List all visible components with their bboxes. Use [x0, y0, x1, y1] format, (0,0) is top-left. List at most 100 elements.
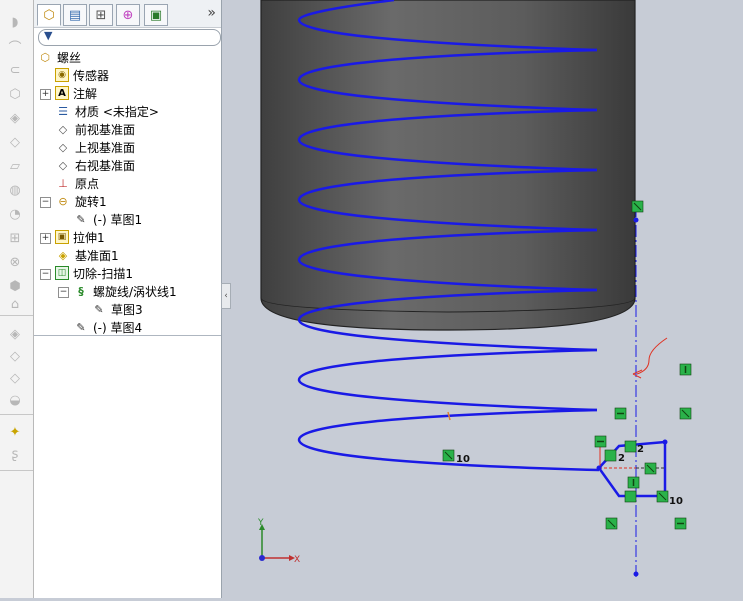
collapse-cut-sweep-toggle[interactable]: − — [40, 269, 51, 280]
feature-manager-tab-icon[interactable]: ⬡ — [37, 4, 61, 26]
fillet-icon[interactable]: ◔ — [4, 206, 26, 222]
tree-item-plane1[interactable]: ◈ 基准面1 — [55, 246, 119, 264]
pattern-icon[interactable]: ⊞ — [4, 230, 26, 246]
expand-annotations-toggle[interactable]: + — [40, 89, 51, 100]
display-manager-tab-icon[interactable]: ▣ — [144, 4, 168, 26]
graphics-area[interactable]: 10 2 2 10 Y X — [229, 0, 743, 598]
tree-item-label: 原点 — [75, 176, 100, 191]
revolve-feature-icon: ⊖ — [58, 194, 68, 208]
cut-sweep-icon[interactable]: ▱ — [4, 158, 26, 174]
tree-item-sketch3[interactable]: ✎ 草图3 — [91, 300, 143, 318]
sketch-point[interactable] — [662, 439, 668, 445]
cut-revolve-icon[interactable]: ◇ — [4, 134, 26, 150]
boundary-icon[interactable]: ⬡ — [4, 86, 26, 102]
tree-item-label: 螺丝 — [57, 50, 82, 65]
extrude-feature-icon: ▣ — [55, 230, 69, 244]
configuration-manager-tab-icon[interactable]: ⊞ — [89, 4, 113, 26]
tree-item-sketch4[interactable]: ✎ (-) 草图4 — [73, 318, 142, 336]
sketch-icon: ✎ — [94, 302, 104, 316]
command-strip: ◗ ⌒ ⊂ ⬡ ◈ ◇ ▱ ◍ ◔ ⊞ ⊗ ⬢ ⌂ ◈ ◇ ◇ ◒ ✦ ʂ — [0, 0, 34, 598]
intersect-icon[interactable]: ◒ — [4, 392, 26, 408]
sketch-point[interactable] — [633, 217, 639, 223]
helix-start-marker — [447, 411, 451, 421]
relation-label: 2 — [637, 444, 644, 455]
tree-item-label: 右视基准面 — [75, 158, 136, 173]
tree-item-top-plane[interactable]: ◇ 上视基准面 — [55, 138, 135, 156]
draft-icon[interactable]: ⬢ — [4, 278, 26, 294]
sketch-icon: ✎ — [76, 320, 86, 334]
separator — [0, 315, 33, 316]
equal-relation-icon[interactable] — [624, 490, 637, 503]
tree-filter-input[interactable]: ▼ — [38, 29, 221, 46]
tree-item-label: (-) 草图1 — [93, 212, 143, 227]
panel-divider — [34, 335, 221, 336]
annotation-icon: A — [55, 86, 69, 100]
tree-item-right-plane[interactable]: ◇ 右视基准面 — [55, 156, 135, 174]
panel-tabs: ⬡ ▤ ⊞ ⊕ ▣ » — [34, 0, 221, 28]
loft-icon[interactable]: ⊂ — [4, 62, 26, 78]
relation-label: 10 — [456, 454, 470, 465]
mirror-icon[interactable]: ◇ — [4, 370, 26, 386]
sweep-icon[interactable]: ⌒ — [4, 38, 26, 56]
dimxpert-tab-icon[interactable]: ⊕ — [116, 4, 140, 26]
material-icon: ☰ — [58, 104, 68, 118]
plane-icon: ◇ — [58, 158, 68, 172]
collapse-helix-toggle[interactable]: − — [58, 287, 69, 298]
filter-funnel-icon: ▼ — [44, 29, 53, 42]
plane-icon: ◇ — [58, 122, 68, 136]
shell-icon[interactable]: ⌂ — [4, 296, 26, 312]
tree-item-label: 材质 <未指定> — [75, 104, 159, 119]
dome-icon[interactable]: ◇ — [4, 348, 26, 364]
x-axis-label: X — [294, 555, 300, 565]
model-view: 10 2 2 10 Y X — [257, 0, 692, 578]
sketch-point[interactable] — [596, 465, 602, 471]
reference-geometry-icon[interactable]: ✦ — [4, 424, 26, 440]
tree-item-annotations[interactable]: A 注解 — [55, 84, 97, 102]
cut-extrude-icon[interactable]: ◈ — [4, 110, 26, 126]
equal-relation-icon[interactable] — [624, 440, 637, 453]
relation-label: 2 — [618, 453, 625, 464]
origin-icon: ⊥ — [58, 176, 68, 190]
tree-item-label: 切除-扫描1 — [73, 266, 133, 281]
helix-icon: § — [78, 284, 84, 298]
tree-item-sensors[interactable]: ◉ 传感器 — [55, 66, 109, 84]
separator — [0, 470, 33, 471]
tree-item-sketch1[interactable]: ✎ (-) 草图1 — [73, 210, 142, 228]
tree-item-revolve[interactable]: ⊖ 旋转1 — [55, 192, 106, 210]
tree-item-helix[interactable]: § 螺旋线/涡状线1 — [73, 282, 177, 300]
curves-icon[interactable]: ʂ — [4, 446, 26, 462]
tree-item-front-plane[interactable]: ◇ 前视基准面 — [55, 120, 135, 138]
tree-item-cut-sweep[interactable]: ◫ 切除-扫描1 — [55, 264, 133, 282]
collapse-revolve-toggle[interactable]: − — [40, 197, 51, 208]
tree-item-material[interactable]: ☰ 材质 <未指定> — [55, 102, 159, 120]
relation-label: 10 — [669, 496, 683, 507]
annotation-arrow — [636, 337, 668, 375]
sketch-point[interactable] — [633, 571, 639, 577]
tree-item-label: 草图3 — [111, 302, 143, 317]
y-axis-label: Y — [257, 518, 264, 528]
more-tabs-chevron-icon[interactable]: » — [207, 5, 216, 21]
wrap-icon[interactable]: ◈ — [4, 326, 26, 342]
tree-item-label: 注解 — [73, 86, 98, 101]
rib-icon[interactable]: ⊗ — [4, 254, 26, 270]
plane-icon: ◇ — [58, 140, 68, 154]
sensor-icon: ◉ — [55, 68, 69, 82]
property-manager-tab-icon[interactable]: ▤ — [63, 4, 87, 26]
tree-item-part[interactable]: ⬡ 螺丝 — [37, 48, 81, 66]
tree-item-label: 拉伸1 — [73, 230, 105, 245]
revolve-boss-icon[interactable]: ◗ — [4, 14, 26, 30]
tree-item-origin[interactable]: ⊥ 原点 — [55, 174, 99, 192]
equal-relation-icon[interactable] — [604, 449, 617, 462]
feature-manager-panel: ⬡ ▤ ⊞ ⊕ ▣ » ▼ ⬡ 螺丝 ◉ 传感器 + A 注解 ☰ 材质 <未指… — [34, 0, 222, 598]
tree-item-label: 上视基准面 — [75, 140, 136, 155]
part-icon: ⬡ — [40, 50, 50, 64]
sketch-icon: ✎ — [76, 212, 86, 226]
tree-item-label: 前视基准面 — [75, 122, 136, 137]
separator — [0, 414, 33, 415]
coordinate-triad: Y X — [257, 518, 300, 565]
expand-extrude-toggle[interactable]: + — [40, 233, 51, 244]
tree-item-label: 螺旋线/涡状线1 — [93, 284, 177, 299]
tree-item-extrude[interactable]: ▣ 拉伸1 — [55, 228, 105, 246]
cut-sweep-feature-icon: ◫ — [55, 266, 69, 280]
cut-loft-icon[interactable]: ◍ — [4, 182, 26, 198]
